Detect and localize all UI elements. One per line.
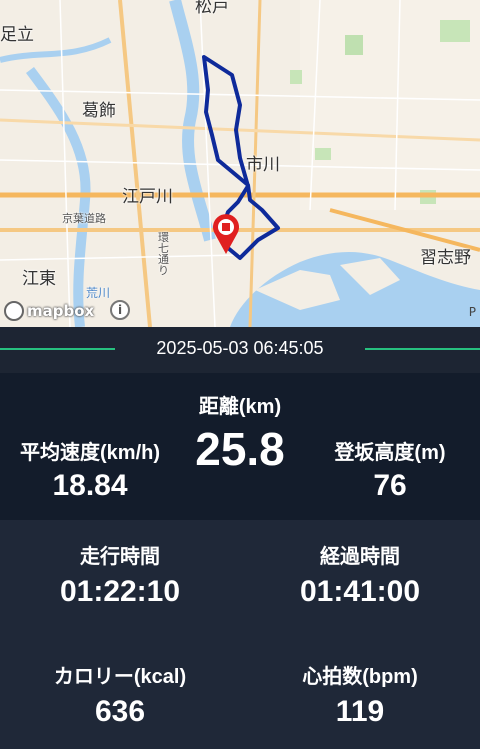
avg-speed-label: 平均速度(km/h)	[20, 442, 160, 464]
elapsed-time-value: 01:41:00	[299, 575, 421, 608]
moving-time-value: 01:22:10	[59, 575, 181, 608]
map-label-keiyo-road: 京葉道路	[62, 212, 106, 225]
secondary-stats-panel: 走行時間 01:22:10 経過時間 01:41:00 カロリー(kcal) 6…	[0, 520, 480, 749]
map-corner-label: P	[468, 305, 476, 319]
primary-stats-panel: 距離(km) 25.8 平均速度(km/h) 18.84 登坂高度(m) 76	[0, 373, 480, 520]
distance-label: 距離(km)	[198, 396, 282, 418]
map-label-arakawa: 荒川	[86, 286, 111, 300]
map-label-katsushika: 葛飾	[82, 101, 116, 121]
map-label-matsudo: 松戸	[195, 0, 229, 17]
heart-rate-value: 119	[335, 695, 385, 728]
map-canvas	[0, 0, 480, 327]
calories-label: カロリー(kcal)	[53, 666, 187, 688]
mapbox-logo-icon	[4, 301, 24, 321]
calories-value: 636	[94, 695, 146, 728]
mapbox-attribution[interactable]: mapbox	[4, 300, 94, 322]
map-label-adachi: 足立	[0, 25, 34, 45]
avg-speed-value: 18.84	[52, 469, 128, 502]
map-label-ichikawa: 市川	[246, 155, 280, 175]
elevation-label: 登坂高度(m)	[334, 442, 446, 464]
elapsed-time-label: 経過時間	[320, 546, 400, 568]
route-map[interactable]: 松戸 足立 葛飾 市川 江戸川 京葉道路 環七通り 江東 荒川 習志野 mapb…	[0, 0, 480, 327]
location-pin-icon	[213, 214, 239, 254]
moving-time-label: 走行時間	[80, 546, 160, 568]
map-label-kan7: 環七通り	[158, 231, 169, 277]
map-label-koto: 江東	[22, 269, 56, 289]
elevation-value: 76	[373, 469, 407, 502]
heart-rate-label: 心拍数(bpm)	[302, 666, 418, 688]
session-datetime: 2025-05-03 06:45:05	[156, 338, 324, 358]
map-label-edogawa: 江戸川	[122, 187, 173, 207]
map-label-narashino: 習志野	[420, 248, 471, 268]
info-icon[interactable]: i	[110, 300, 130, 320]
datetime-divider: 2025-05-03 06:45:05	[0, 327, 480, 373]
